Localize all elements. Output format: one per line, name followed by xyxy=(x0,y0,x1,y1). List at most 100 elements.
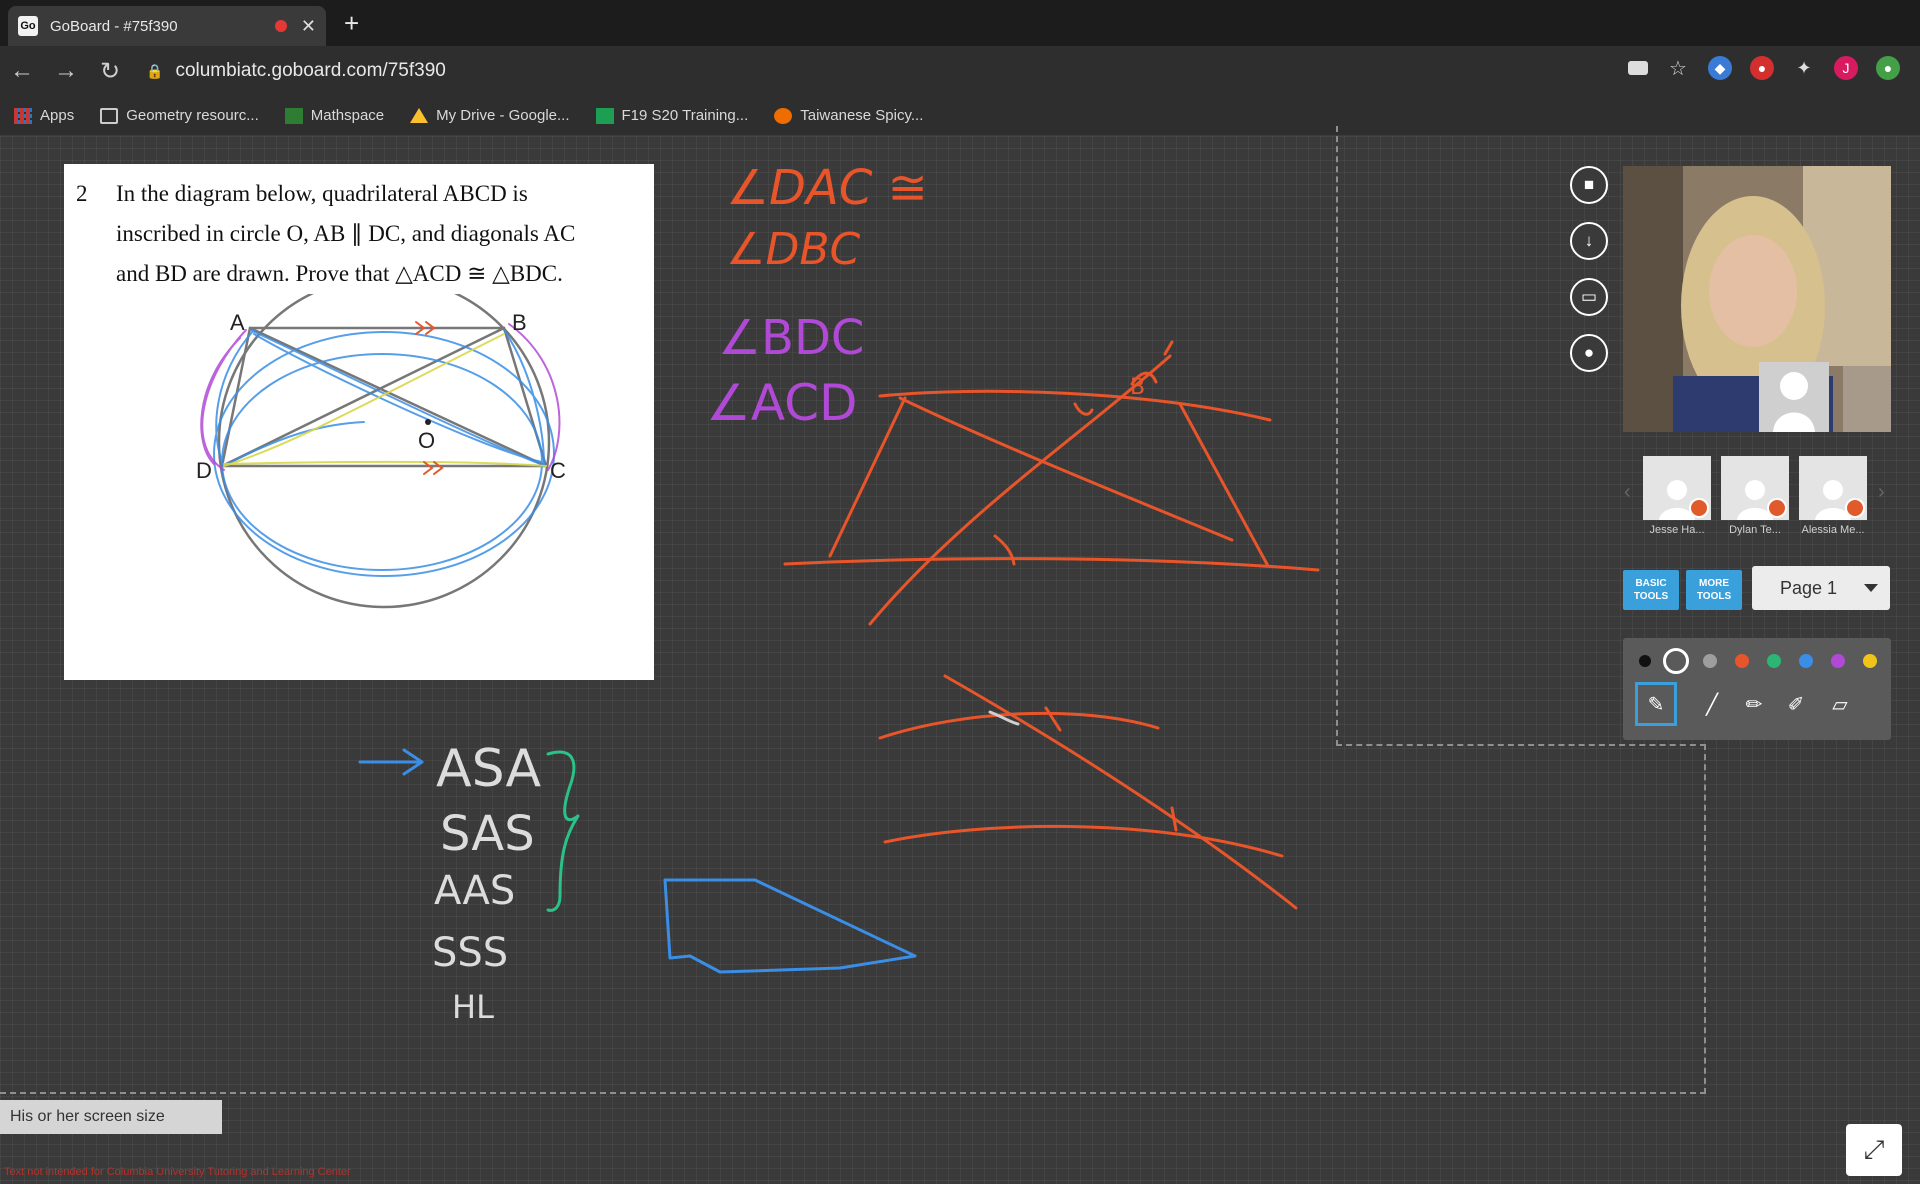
color-yellow[interactable] xyxy=(1863,654,1877,668)
close-tab-icon[interactable]: ✕ xyxy=(301,16,316,37)
participant-thumb[interactable]: Alessia Me... xyxy=(1799,456,1867,536)
participant-thumb[interactable]: Dylan Te... xyxy=(1721,456,1789,536)
ink-criterion-asa: ASA xyxy=(436,739,542,799)
screen-share-button[interactable]: ▭ xyxy=(1570,278,1608,316)
chat-button[interactable]: ● xyxy=(1570,334,1608,372)
profile-avatar-icon[interactable]: J xyxy=(1834,56,1858,80)
problem-text: 2 In the diagram below, quadrilateral AB… xyxy=(76,174,646,294)
problem-image: 2 In the diagram below, quadrilateral AB… xyxy=(64,164,654,680)
ink-blue-arrow xyxy=(358,748,424,776)
student-blue-ink xyxy=(213,329,555,577)
participant-badge-icon xyxy=(1845,498,1865,518)
participant-thumb[interactable]: Jesse Ha... xyxy=(1643,456,1711,536)
extension-blue-icon[interactable]: ◆ xyxy=(1708,56,1732,80)
page-select[interactable]: Page 1 xyxy=(1752,566,1890,610)
ink-criterion-hl: HL xyxy=(452,988,494,1026)
thin-pen-tool[interactable]: ╱ xyxy=(1691,682,1733,726)
bookmark-geometry[interactable]: Geometry resourc... xyxy=(100,107,259,124)
lock-icon: 🔒 xyxy=(146,62,164,79)
pen-tool-selected[interactable]: ✎ xyxy=(1635,682,1677,726)
point-label-a: A xyxy=(230,310,245,335)
participant-thumbnails: Jesse Ha... Dylan Te... Alessia Me... xyxy=(1643,456,1867,536)
color-purple[interactable] xyxy=(1831,654,1845,668)
video-toggle-button[interactable]: ■ xyxy=(1570,166,1608,204)
participants-prev-icon[interactable]: ‹ xyxy=(1624,481,1631,504)
food-icon xyxy=(774,107,793,124)
highlighter-tool[interactable]: ✐ xyxy=(1775,682,1817,726)
ink-blue-polygon xyxy=(663,878,917,974)
problem-line-2: inscribed in circle O, AB ∥ DC, and diag… xyxy=(116,221,576,246)
ink-criterion-sas: SAS xyxy=(440,806,535,862)
video-feed xyxy=(1623,166,1891,432)
more-tools-button[interactable]: MORE TOOLS xyxy=(1686,570,1742,610)
browser-tab[interactable]: Go GoBoard - #75f390 ✕ xyxy=(8,6,326,46)
bookmarks-bar: Apps Geometry resourc... Mathspace My Dr… xyxy=(0,96,1920,136)
whiteboard-canvas[interactable]: ∠DAC ≅ ∠DBC ∠BDC ∠ACD B ASA SAS AAS SSS … xyxy=(0,126,1920,1184)
color-orange[interactable] xyxy=(1735,654,1749,668)
audio-toggle-button[interactable]: ↓ xyxy=(1570,222,1608,260)
goboard-favicon-icon: Go xyxy=(18,16,38,36)
bookmark-drive[interactable]: My Drive - Google... xyxy=(410,107,570,124)
url-text: columbiatc.goboard.com/75f390 xyxy=(175,60,446,81)
ink-angle-dbc: ∠DBC xyxy=(726,224,861,275)
mathspace-icon xyxy=(284,107,303,124)
bookmark-apps[interactable]: Apps xyxy=(14,107,74,124)
ink-transversal-sketch xyxy=(878,674,1298,910)
extension-icons: ☆ ◆ ● ✦ J ● xyxy=(1628,56,1900,80)
ink-teal-brace xyxy=(546,750,580,912)
ink-angle-statements: ∠DAC ≅ ∠DBC xyxy=(726,160,928,275)
tab-title: GoBoard - #75f390 xyxy=(50,17,178,35)
eraser-tool-icon[interactable]: ▱ xyxy=(1819,682,1861,726)
bookmark-training[interactable]: F19 S20 Training... xyxy=(595,107,748,124)
ink-criterion-sss: SSS xyxy=(432,930,508,976)
point-label-c: C xyxy=(550,458,566,483)
camera-extension-icon[interactable] xyxy=(1628,61,1648,75)
extension-red-icon[interactable]: ● xyxy=(1750,56,1774,80)
back-arrow-icon[interactable]: ← xyxy=(0,57,44,85)
new-tab-icon[interactable]: + xyxy=(344,8,359,38)
bookmark-mathspace[interactable]: Mathspace xyxy=(284,107,384,124)
google-drive-icon xyxy=(410,108,429,123)
circle-diagram: A B C D O xyxy=(196,294,566,609)
point-label-b: B xyxy=(512,310,527,335)
ink-angle-bdc: ∠BDC xyxy=(718,310,864,366)
ink-trapezoid-sketch xyxy=(783,340,1320,626)
color-blue[interactable] xyxy=(1799,654,1813,668)
screen-size-label: His or her screen size xyxy=(0,1100,222,1134)
problem-number: 2 xyxy=(76,181,88,206)
drawing-palette: ✎ ╱ ✏ ✐ ▱ xyxy=(1623,638,1891,740)
puzzle-extensions-icon[interactable]: ✦ xyxy=(1792,56,1816,80)
participant-badge-icon xyxy=(1689,498,1709,518)
browser-tab-bar: Go GoBoard - #75f390 ✕ + xyxy=(0,0,1920,46)
problem-line-1: In the diagram below, quadrilateral ABCD… xyxy=(116,181,528,206)
video-frame xyxy=(1623,166,1891,432)
fullscreen-expand-icon[interactable]: ⤢ xyxy=(1846,1124,1902,1176)
participant-name: Jesse Ha... xyxy=(1649,524,1705,536)
footer-note: Text not intended for Columbia Universit… xyxy=(4,1166,351,1178)
ink-criterion-aas: AAS xyxy=(434,868,515,914)
reload-icon[interactable]: ↻ xyxy=(88,57,132,86)
marker-tool[interactable]: ✏ xyxy=(1733,682,1775,726)
sync-icon[interactable]: ● xyxy=(1876,56,1900,80)
ink-label-b: B xyxy=(1130,375,1145,400)
color-white-selected[interactable] xyxy=(1663,648,1689,674)
page-select-value: Page 1 xyxy=(1780,577,1838,598)
participant-name: Dylan Te... xyxy=(1729,524,1781,536)
problem-line-3: and BD are drawn. Prove that △ACD ≅ △BDC… xyxy=(116,261,563,286)
forward-arrow-icon[interactable]: → xyxy=(44,57,88,85)
sheets-icon xyxy=(595,107,614,124)
ink-angle-dac: ∠DAC ≅ xyxy=(726,160,928,216)
participant-name: Alessia Me... xyxy=(1801,524,1865,536)
address-bar[interactable]: 🔒 columbiatc.goboard.com/75f390 xyxy=(146,60,446,82)
star-bookmark-icon[interactable]: ☆ xyxy=(1666,56,1690,80)
point-label-o: O xyxy=(418,428,435,453)
color-gray[interactable] xyxy=(1703,654,1717,668)
bookmark-taiwanese[interactable]: Taiwanese Spicy... xyxy=(774,107,923,124)
color-black[interactable] xyxy=(1639,655,1651,667)
basic-tools-button[interactable]: BASIC TOOLS xyxy=(1623,570,1679,610)
participant-badge-icon xyxy=(1767,498,1787,518)
color-green[interactable] xyxy=(1767,654,1781,668)
chevron-down-icon xyxy=(1864,584,1878,592)
apps-grid-icon xyxy=(14,107,32,124)
participants-next-icon[interactable]: › xyxy=(1878,481,1885,504)
